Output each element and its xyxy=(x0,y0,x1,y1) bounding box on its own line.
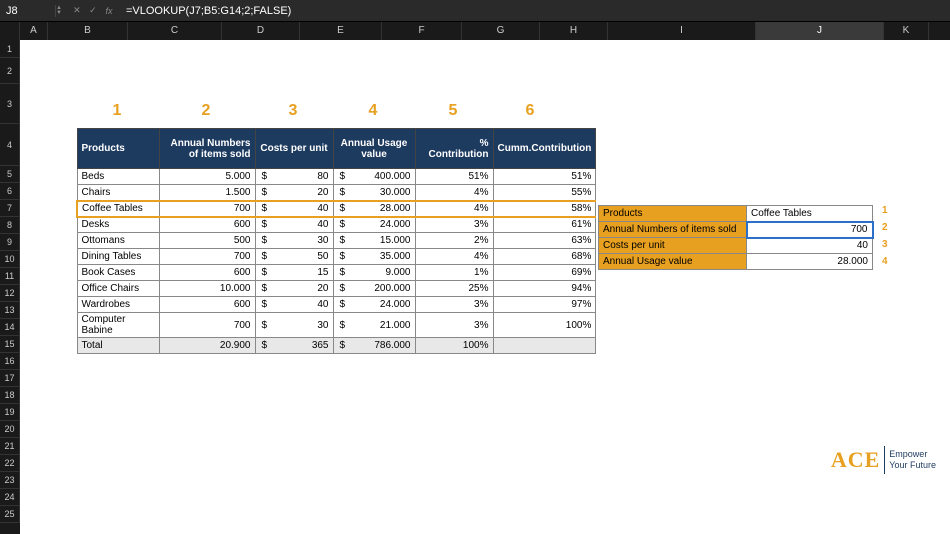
row-header[interactable]: 7 xyxy=(0,200,20,217)
lookup-table[interactable]: ProductsCoffee TablesAnnual Numbers of i… xyxy=(598,205,874,270)
col-header-J[interactable]: J xyxy=(756,22,884,40)
col-header-C[interactable]: C xyxy=(128,22,222,40)
table-row[interactable]: Dining Tables700$50$35.0004%68% xyxy=(77,249,596,265)
row-header[interactable]: 4 xyxy=(0,124,20,166)
table-row[interactable]: Wardrobes600$40$24.0003%97% xyxy=(77,297,596,313)
row-header[interactable]: 12 xyxy=(0,285,20,302)
table-header-row: Products Annual Numbers of items sold Co… xyxy=(77,129,596,169)
select-all-corner[interactable] xyxy=(0,22,20,40)
row-header[interactable]: 17 xyxy=(0,370,20,387)
table-row[interactable]: Computer Babine700$30$21.0003%100% xyxy=(77,313,596,338)
row-header[interactable]: 9 xyxy=(0,234,20,251)
col-header-E[interactable]: E xyxy=(300,22,382,40)
col-header-K[interactable]: K xyxy=(884,22,929,40)
cancel-icon[interactable]: ✕ xyxy=(70,4,84,18)
formula-input[interactable]: =VLOOKUP(J7;B5:G14;2;FALSE) xyxy=(120,5,950,17)
row-header[interactable]: 23 xyxy=(0,472,20,489)
row-header[interactable]: 10 xyxy=(0,251,20,268)
row-header[interactable]: 8 xyxy=(0,217,20,234)
table-row[interactable]: Chairs1.500$20$30.0004%55% xyxy=(77,185,596,201)
lookup-side-labels: 1 2 3 4 xyxy=(878,205,888,273)
row-header[interactable]: 11 xyxy=(0,268,20,285)
table-row[interactable]: Coffee Tables700$40$28.0004%58% xyxy=(77,201,596,217)
col-header-A[interactable]: A xyxy=(20,22,48,40)
header-usage[interactable]: Annual Usage value xyxy=(333,129,415,169)
row-header[interactable]: 5 xyxy=(0,166,20,183)
header-contribution[interactable]: % Contribution xyxy=(415,129,493,169)
col-header-G[interactable]: G xyxy=(462,22,540,40)
brand-logo: ACE Empower Your Future xyxy=(831,446,936,474)
table-total-row[interactable]: Total20.900$365$786.000100% xyxy=(77,338,596,354)
table-row[interactable]: Beds5.000$80$400.00051%51% xyxy=(77,169,596,185)
table-row[interactable]: Ottomans500$30$15.0002%63% xyxy=(77,233,596,249)
col-header-B[interactable]: B xyxy=(48,22,128,40)
row-header[interactable]: 25 xyxy=(0,506,20,523)
products-table[interactable]: Products Annual Numbers of items sold Co… xyxy=(76,128,596,354)
row-header[interactable]: 24 xyxy=(0,489,20,506)
fx-icon[interactable]: fx xyxy=(102,4,116,18)
row-header[interactable]: 2 xyxy=(0,58,20,84)
row-header[interactable]: 20 xyxy=(0,421,20,438)
accept-icon[interactable]: ✓ xyxy=(86,4,100,18)
cell-reference-box[interactable]: J8 xyxy=(0,5,56,17)
table-row[interactable]: Office Chairs10.000$20$200.00025%94% xyxy=(77,281,596,297)
row-header[interactable]: 15 xyxy=(0,336,20,353)
formula-bar: J8 ▲▼ ✕ ✓ fx =VLOOKUP(J7;B5:G14;2;FALSE) xyxy=(0,0,950,22)
expand-arrows-icon[interactable]: ▲▼ xyxy=(56,6,62,16)
col-header-D[interactable]: D xyxy=(222,22,300,40)
lookup-row[interactable]: Annual Usage value28.000 xyxy=(599,254,873,270)
table-row[interactable]: Book Cases600$15$9.0001%69% xyxy=(77,265,596,281)
header-cumulative[interactable]: Cumm.Contribution xyxy=(493,129,596,169)
col-header-F[interactable]: F xyxy=(382,22,462,40)
row-header[interactable]: 1 xyxy=(0,40,20,58)
row-header[interactable]: 16 xyxy=(0,353,20,370)
col-header-H[interactable]: H xyxy=(540,22,608,40)
header-costs[interactable]: Costs per unit xyxy=(255,129,333,169)
row-header[interactable]: 19 xyxy=(0,404,20,421)
row-header[interactable]: 13 xyxy=(0,302,20,319)
row-headers: 1 2 3 4 5 6 7 8 9 10 11 12 13 14 15 16 1… xyxy=(0,40,20,534)
top-numeric-labels: 1 2 3 4 5 6 xyxy=(76,102,568,120)
column-headers: A B C D E F G H I J K xyxy=(0,22,950,40)
header-products[interactable]: Products xyxy=(77,129,159,169)
spreadsheet-canvas[interactable]: 1 2 3 4 5 6 Products Annual Numbers of i… xyxy=(20,40,950,534)
lookup-row[interactable]: ProductsCoffee Tables xyxy=(599,206,873,222)
row-header[interactable]: 6 xyxy=(0,183,20,200)
row-header[interactable]: 14 xyxy=(0,319,20,336)
lookup-row[interactable]: Annual Numbers of items sold700 xyxy=(599,222,873,238)
header-items-sold[interactable]: Annual Numbers of items sold xyxy=(159,129,255,169)
lookup-row[interactable]: Costs per unit40 xyxy=(599,238,873,254)
row-header[interactable]: 3 xyxy=(0,84,20,124)
col-header-I[interactable]: I xyxy=(608,22,756,40)
table-row[interactable]: Desks600$40$24.0003%61% xyxy=(77,217,596,233)
logo-text: ACE xyxy=(831,447,880,473)
row-header[interactable]: 21 xyxy=(0,438,20,455)
row-header[interactable]: 22 xyxy=(0,455,20,472)
row-header[interactable]: 18 xyxy=(0,387,20,404)
